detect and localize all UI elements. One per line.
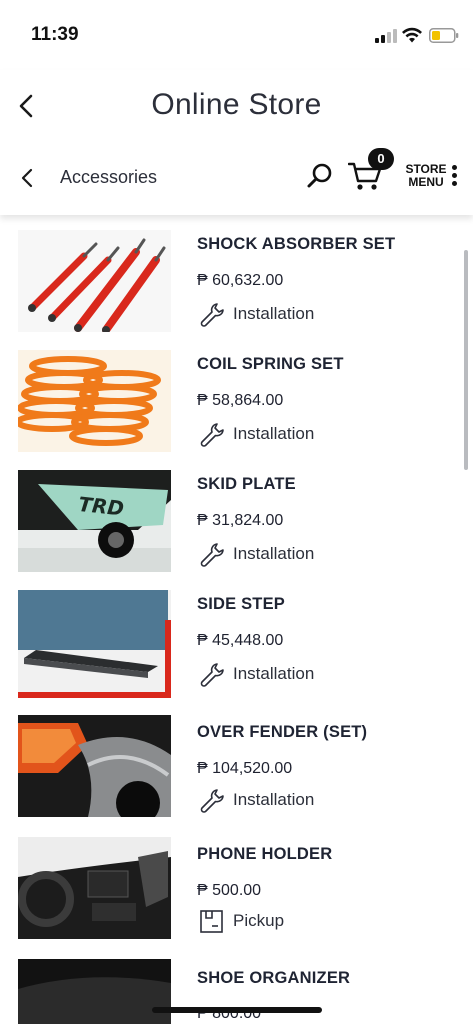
product-name[interactable]: COIL SPRING SET: [197, 355, 344, 374]
product-price: ₱ 58,864.00: [197, 392, 284, 409]
service-label: Installation: [233, 544, 315, 563]
list-item[interactable]: OVER FENDER (SET) ₱ 104,520.00 Installat…: [0, 703, 460, 825]
product-list[interactable]: SHOCK ABSORBER SET ₱ 60,632.00 Installat…: [0, 215, 473, 1024]
product-name[interactable]: SHOE ORGANIZER: [197, 969, 350, 988]
wrench-icon: [200, 303, 224, 327]
phone-holder-image: [18, 837, 171, 939]
status-time: 11:39: [31, 24, 79, 45]
over-fender-image: [18, 715, 171, 817]
shock-absorber-image: [18, 230, 171, 332]
page-title: Online Store: [151, 88, 322, 121]
battery-icon: [429, 28, 459, 43]
status-bar: 11:39: [0, 0, 473, 70]
wrench-icon: [200, 663, 224, 687]
category-back-icon[interactable]: [18, 168, 38, 188]
product-price: ₱ 60,632.00: [197, 272, 284, 289]
product-price: ₱ 31,824.00: [197, 512, 284, 529]
side-step-image: [18, 590, 171, 698]
app-header: Online Store Accessories 0 STORE MENU: [0, 70, 473, 215]
wrench-icon: [200, 423, 224, 447]
service-label: Installation: [233, 664, 315, 683]
scrollbar[interactable]: [464, 250, 468, 470]
store-menu-line2: MENU: [408, 175, 444, 189]
list-item[interactable]: SHOCK ABSORBER SET ₱ 60,632.00 Installat…: [0, 215, 460, 335]
category-label[interactable]: Accessories: [60, 167, 157, 188]
service-label: Installation: [233, 424, 315, 443]
service-label: Installation: [233, 304, 315, 323]
cellular-signal-icon: [375, 29, 397, 43]
product-price: ₱ 104,520.00: [197, 760, 293, 777]
home-indicator[interactable]: [152, 1007, 322, 1013]
list-item[interactable]: COIL SPRING SET ₱ 58,864.00 Installation: [0, 335, 460, 455]
service-label: Pickup: [233, 911, 285, 930]
wrench-icon: [200, 789, 224, 813]
box-icon: [200, 910, 223, 933]
product-name[interactable]: SHOCK ABSORBER SET: [197, 235, 395, 254]
product-price: ₱ 45,448.00: [197, 632, 284, 649]
service-label: Installation: [233, 790, 315, 809]
search-icon[interactable]: [306, 162, 334, 190]
thumb-logo-text: TRD: [77, 492, 125, 521]
list-item[interactable]: TRD SKID PLATE ₱ 31,824.00 Installation: [0, 455, 460, 575]
product-name[interactable]: SKID PLATE: [197, 475, 296, 494]
more-options-icon[interactable]: [452, 165, 458, 189]
list-item[interactable]: SIDE STEP ₱ 45,448.00 Installation: [0, 575, 460, 698]
product-name[interactable]: SIDE STEP: [197, 595, 285, 614]
store-menu-button[interactable]: STORE MENU: [404, 163, 448, 189]
list-item[interactable]: PHONE HOLDER ₱ 500.00 Pickup: [0, 825, 460, 947]
cart-count-badge: 0: [368, 148, 394, 170]
product-name[interactable]: OVER FENDER (SET): [197, 723, 367, 742]
wifi-icon: [402, 27, 422, 43]
product-price: ₱ 500.00: [197, 882, 262, 899]
product-name[interactable]: PHONE HOLDER: [197, 845, 332, 864]
coil-spring-image: [18, 350, 171, 452]
wrench-icon: [200, 543, 224, 567]
skid-plate-image: TRD: [18, 470, 171, 572]
shoe-organizer-image: [18, 959, 171, 1024]
